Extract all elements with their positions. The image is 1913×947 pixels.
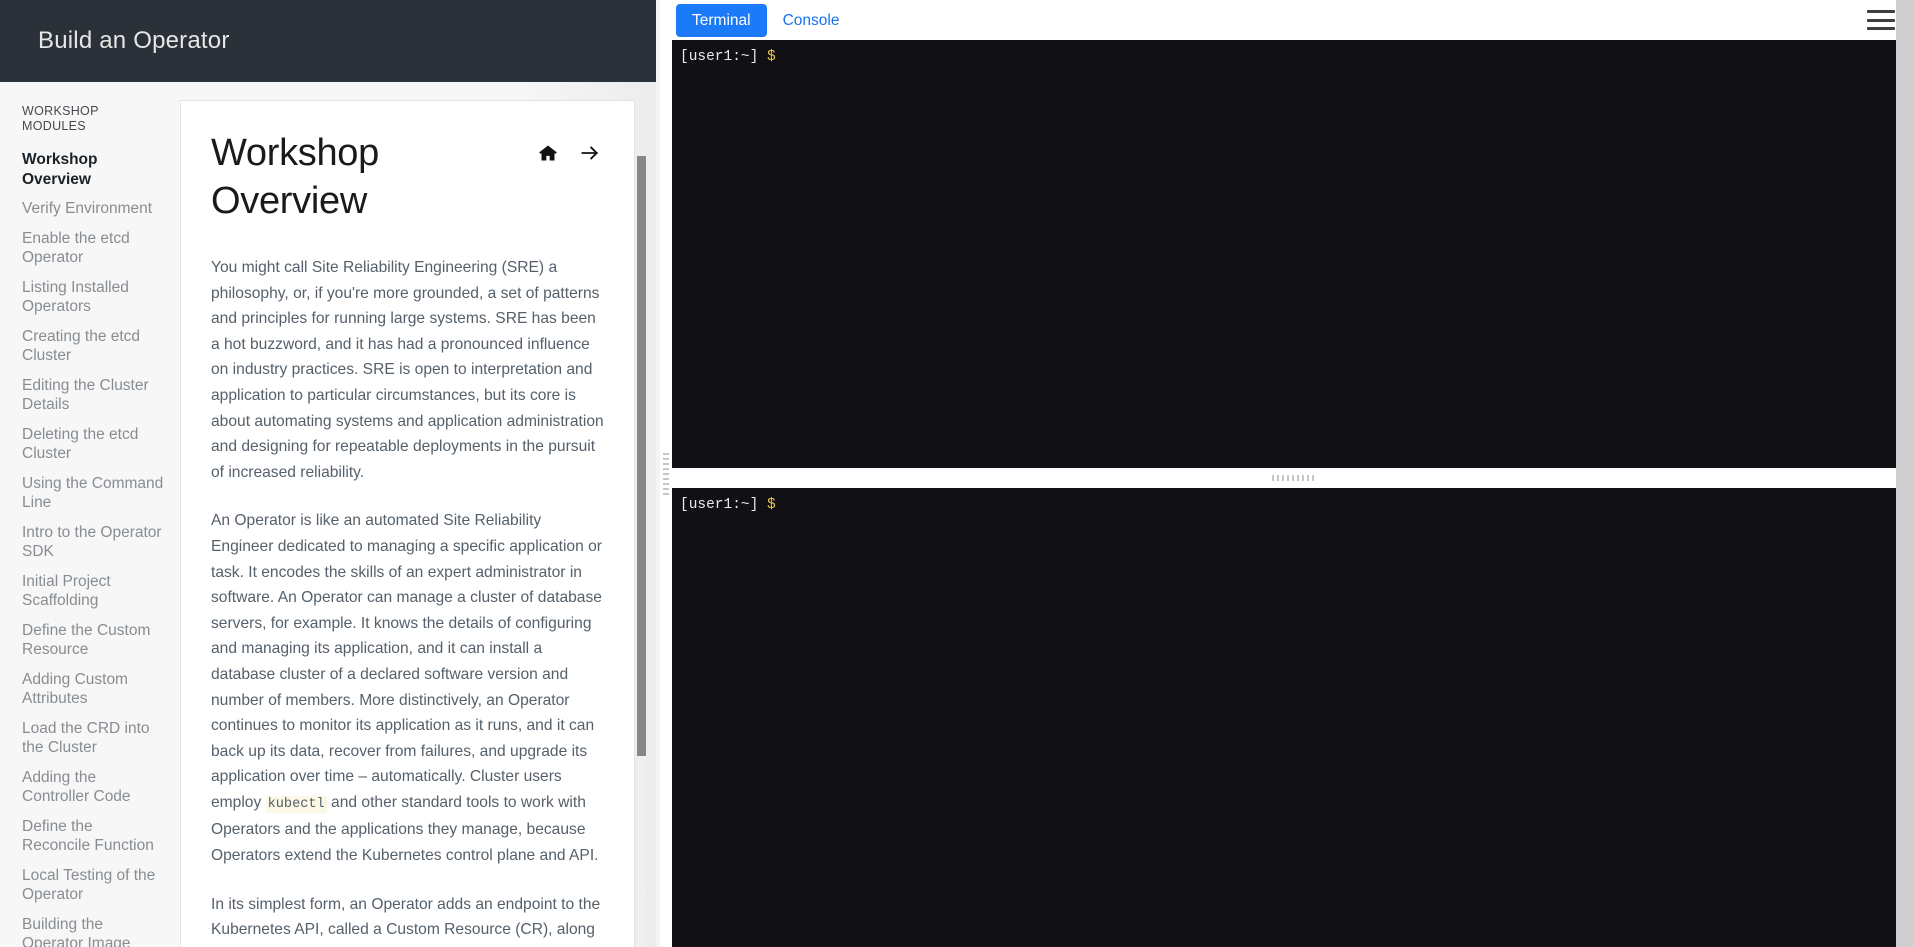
terminal-bottom-cursor xyxy=(784,497,793,512)
workshop-scrollbar-thumb[interactable] xyxy=(637,156,646,756)
terminal-tabbar: Terminal Console xyxy=(672,0,1913,40)
sidebar-item-editing-the-cluster-details[interactable]: Editing the Cluster Details xyxy=(22,376,164,415)
home-icon[interactable] xyxy=(538,143,558,163)
sidebar-item-deleting-the-etcd-cluster[interactable]: Deleting the etcd Cluster xyxy=(22,425,164,464)
hamburger-bar-2 xyxy=(1867,18,1895,22)
content-header-actions xyxy=(538,129,604,163)
sidebar-item-initial-project-scaffolding[interactable]: Initial Project Scaffolding xyxy=(22,572,164,611)
paragraph-2-part-a: An Operator is like an automated Site Re… xyxy=(211,512,602,811)
hamburger-bar-3 xyxy=(1867,27,1895,30)
sidebar-item-creating-the-etcd-cluster[interactable]: Creating the etcd Cluster xyxy=(22,327,164,366)
terminal-top-cursor xyxy=(784,49,793,64)
sidebar-item-listing-installed-operators[interactable]: Listing Installed Operators xyxy=(22,278,164,317)
workshop-pane: Build an Operator WORKSHOP MODULES Works… xyxy=(0,0,660,947)
workshop-header-bar: Build an Operator xyxy=(0,0,656,82)
hamburger-menu-icon[interactable] xyxy=(1867,8,1895,32)
paragraph-2: An Operator is like an automated Site Re… xyxy=(211,508,604,868)
content-body: You might call Site Reliability Engineer… xyxy=(211,255,604,947)
terminal-bottom-prompt-sigil: $ xyxy=(767,497,776,513)
terminal-stack: [user1:~] $ [user1:~] $ xyxy=(672,40,1913,947)
terminal-bottom[interactable]: [user1:~] $ xyxy=(672,488,1913,947)
workshop-body: WORKSHOP MODULES Workshop Overview Verif… xyxy=(0,82,656,947)
tab-console[interactable]: Console xyxy=(767,4,856,37)
terminal-top[interactable]: [user1:~] $ xyxy=(672,40,1913,468)
sidebar-item-load-the-crd-into-the-cluster[interactable]: Load the CRD into the Cluster xyxy=(22,719,164,758)
sidebar-item-verify-environment[interactable]: Verify Environment xyxy=(22,199,164,219)
page-scrollbar-track[interactable] xyxy=(1896,0,1913,947)
inline-code-kubectl: kubectl xyxy=(265,795,327,813)
app-title: Build an Operator xyxy=(38,27,230,54)
sidebar-item-local-testing-of-the-operator[interactable]: Local Testing of the Operator xyxy=(22,866,164,905)
vertical-splitter-grip-icon xyxy=(663,452,669,495)
content-card: Workshop Overview You might call Site Re… xyxy=(180,100,635,947)
content-area: Workshop Overview You might call Site Re… xyxy=(180,82,656,947)
sidebar-item-enable-the-etcd-operator[interactable]: Enable the etcd Operator xyxy=(22,229,164,268)
sidebar-item-workshop-overview[interactable]: Workshop Overview xyxy=(22,150,164,189)
horizontal-splitter-grip-icon xyxy=(1271,475,1314,481)
vertical-splitter-handle[interactable] xyxy=(660,0,672,947)
sidebar-item-adding-the-controller-code[interactable]: Adding the Controller Code xyxy=(22,768,164,807)
paragraph-1: You might call Site Reliability Engineer… xyxy=(211,259,604,481)
sidebar-item-define-the-custom-resource[interactable]: Define the Custom Resource xyxy=(22,621,164,660)
terminal-top-prompt-sigil: $ xyxy=(767,49,776,65)
sidebar-nav: WORKSHOP MODULES Workshop Overview Verif… xyxy=(0,82,180,947)
terminal-top-prompt-line: [user1:~] $ xyxy=(676,48,1913,67)
sidebar-item-intro-to-the-operator-sdk[interactable]: Intro to the Operator SDK xyxy=(22,523,164,562)
page-title: Workshop Overview xyxy=(211,132,379,222)
application-root: Build an Operator WORKSHOP MODULES Works… xyxy=(0,0,1913,947)
content-header: Workshop Overview xyxy=(211,129,604,225)
terminal-bottom-prompt-user: [user1:~] xyxy=(680,497,759,513)
sidebar-item-using-the-command-line[interactable]: Using the Command Line xyxy=(22,474,164,513)
horizontal-splitter-handle[interactable] xyxy=(672,468,1913,488)
paragraph-3: In its simplest form, an Operator adds a… xyxy=(211,895,601,947)
arrow-right-icon[interactable] xyxy=(580,143,600,163)
tab-terminal[interactable]: Terminal xyxy=(676,3,767,37)
sidebar-item-building-the-operator-image[interactable]: Building the Operator Image xyxy=(22,915,164,947)
sidebar-item-define-the-reconcile-function[interactable]: Define the Reconcile Function xyxy=(22,817,164,856)
sidebar-item-adding-custom-attributes[interactable]: Adding Custom Attributes xyxy=(22,670,164,709)
terminal-top-prompt-user: [user1:~] xyxy=(680,49,759,65)
terminal-bottom-prompt-line: [user1:~] $ xyxy=(676,496,1913,515)
terminal-pane: Terminal Console [user1:~] $ [user1:~] $ xyxy=(672,0,1913,947)
sidebar-heading: WORKSHOP MODULES xyxy=(22,104,99,133)
hamburger-bar-1 xyxy=(1867,10,1895,13)
